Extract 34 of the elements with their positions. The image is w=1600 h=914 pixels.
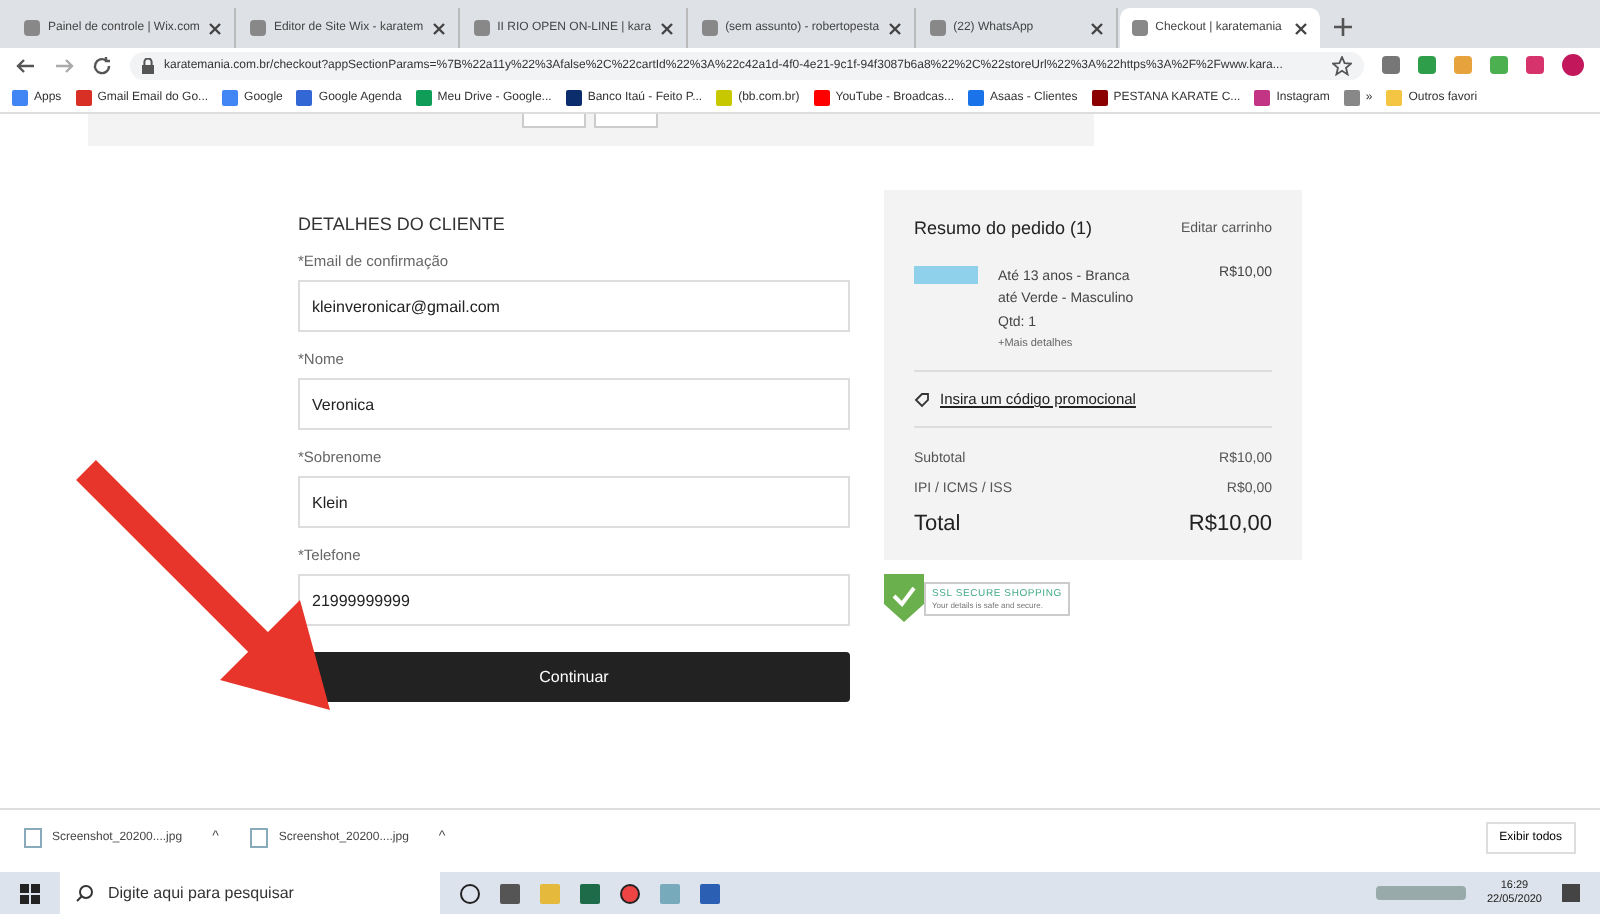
- favicon-icon: [929, 20, 946, 36]
- input-field[interactable]: 21999999999: [298, 574, 850, 626]
- close-icon[interactable]: [207, 21, 222, 35]
- search-icon: [76, 884, 94, 902]
- close-icon[interactable]: [1293, 21, 1308, 35]
- shield-check-icon: [884, 574, 924, 622]
- star-icon[interactable]: [1332, 55, 1352, 75]
- profile-avatar[interactable]: [1562, 54, 1584, 76]
- windows-start-icon[interactable]: [20, 883, 40, 903]
- lock-icon: [142, 57, 154, 73]
- total-label: Total: [914, 512, 961, 536]
- favicon-icon: [473, 20, 490, 36]
- section-heading: DETALHES DO CLIENTE: [298, 214, 507, 234]
- task-view-icon[interactable]: [500, 883, 520, 903]
- input-field[interactable]: kleinveronicar@gmail.com: [298, 280, 850, 332]
- summary-title: Resumo do pedido (1): [914, 218, 1093, 238]
- favicon-icon: [24, 20, 40, 36]
- close-icon[interactable]: [1089, 21, 1104, 35]
- product-thumbnail: [914, 266, 978, 284]
- favicon-icon: [1131, 20, 1148, 36]
- close-icon[interactable]: [431, 21, 446, 35]
- cortana-icon[interactable]: [460, 883, 480, 903]
- reload-icon[interactable]: [92, 55, 112, 75]
- new-tab-icon[interactable]: [1333, 18, 1352, 36]
- favicon-icon: [701, 20, 718, 36]
- tag-icon: [914, 391, 930, 407]
- back-icon[interactable]: [16, 55, 36, 75]
- close-icon[interactable]: [887, 21, 902, 35]
- total-value: R$10,00: [1188, 512, 1272, 536]
- input-field[interactable]: Veronica: [298, 378, 850, 430]
- close-icon[interactable]: [659, 21, 674, 35]
- input-field[interactable]: Klein: [298, 476, 850, 528]
- taskbar-search-field[interactable]: Digite aqui para pesquisar: [60, 872, 440, 914]
- favicon-icon: [249, 20, 266, 36]
